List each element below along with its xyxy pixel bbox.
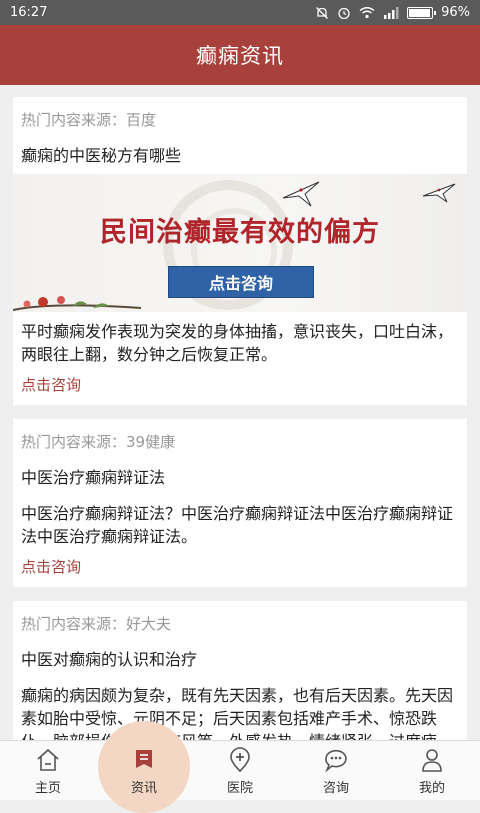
nav-label: 资讯 [130,780,157,796]
nav-item-hospital[interactable]: 医院 [192,741,288,800]
nav-item-consult[interactable]: 咨询 [288,741,384,800]
battery-icon [407,6,437,19]
battery-percent: 96% [441,5,470,20]
nav-label: 咨询 [322,780,349,796]
wifi-icon [359,7,375,19]
article-card[interactable]: 热门内容来源：39健康 中医治疗癫痫辩证法 中医治疗癫痫辩证法？中医治疗癫痫辩证… [13,419,467,587]
chat-icon [325,749,347,773]
signal-icon [384,6,399,19]
banner-headline: 民间治癫最有效的偏方 [100,217,380,248]
page-title: 癫痫资讯 [196,44,284,68]
article-card[interactable]: 热门内容来源：百度 癫痫的中医秘方有哪些 民间治癫最有效的偏方 点击咨询 平时癫… [13,97,467,405]
nav-item-profile[interactable]: 我的 [384,741,480,800]
article-source: 热门内容来源：好大夫 [21,615,172,633]
alarm-icon [338,7,350,19]
article-title[interactable]: 中医治疗癫痫辩证法 [21,464,459,488]
nav-label: 我的 [418,780,445,796]
bottom-nav: 主页 资讯 医院 咨询 我的 [0,721,480,813]
nav-item-home[interactable]: 主页 [0,741,96,800]
article-list[interactable]: 热门内容来源：百度 癫痫的中医秘方有哪些 民间治癫最有效的偏方 点击咨询 平时癫… [0,85,480,740]
nav-label: 医院 [226,780,253,796]
article-source: 热门内容来源：39健康 [21,433,176,451]
status-icons: 96% [315,5,470,20]
nav-item-news[interactable]: 资讯 [96,721,192,813]
profile-icon [422,748,442,772]
article-title[interactable]: 中医对癫痫的认识和治疗 [21,646,459,670]
hospital-icon [230,746,250,772]
notification-off-icon [316,6,329,19]
article-banner[interactable]: 民间治癫最有效的偏方 点击咨询 [13,174,467,312]
status-time: 16:27 [10,5,48,20]
home-icon [37,748,59,771]
crane-icon [282,181,320,207]
article-summary: 癫痫的病因颇为复杂，既有先天因素，也有后天因素。先天因素如胎中受惊、元阴不足；后… [21,686,454,740]
consult-link[interactable]: 点击咨询 [21,374,81,395]
article-title[interactable]: 癫痫的中医秘方有哪些 [21,142,459,166]
article-card[interactable]: 热门内容来源：好大夫 中医对癫痫的认识和治疗 癫痫的病因颇为复杂，既有先天因素，… [13,601,467,740]
status-bar: 16:27 96% [0,0,480,25]
crane-icon [422,183,456,203]
news-icon [136,749,152,768]
title-bar: 癫痫资讯 [0,25,480,85]
article-summary: 中医治疗癫痫辩证法？中医治疗癫痫辩证法中医治疗癫痫辩证法中医治疗癫痫辩证法。 [21,504,454,546]
flower-branch-icon [13,296,142,311]
consult-link[interactable]: 点击咨询 [21,556,81,577]
article-source: 热门内容来源：百度 [21,111,157,129]
nav-label: 主页 [34,780,61,796]
banner-consult-button[interactable]: 点击咨询 [168,266,314,298]
article-summary: 平时癫痫发作表现为突发的身体抽搐，意识丧失，口吐白沫，两眼往上翻，数分钟之后恢复… [21,322,454,364]
